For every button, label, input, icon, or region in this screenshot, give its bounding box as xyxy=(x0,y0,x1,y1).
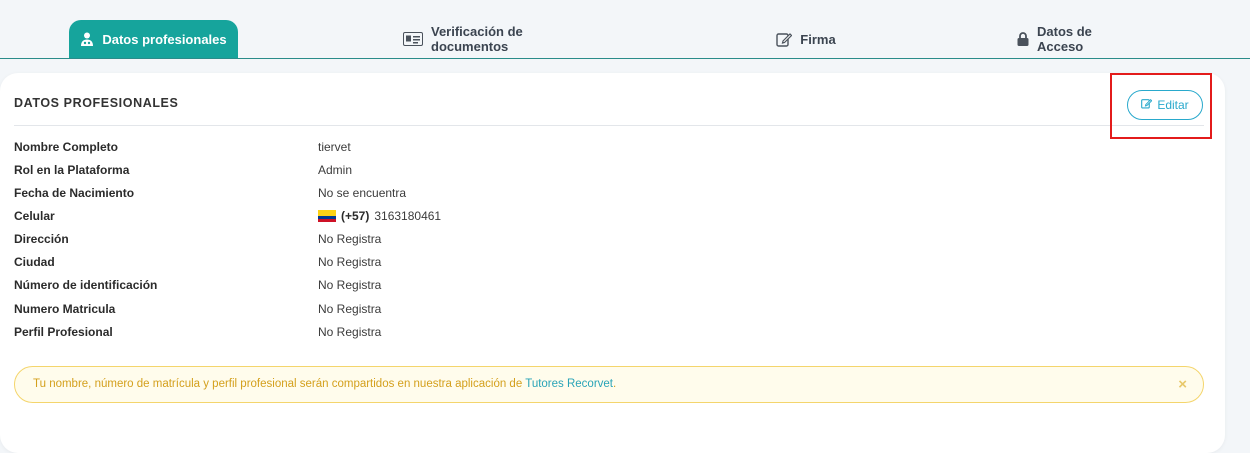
phone-value: (+57) 3163180461 xyxy=(318,209,441,223)
field-label: Nombre Completo xyxy=(14,140,119,154)
user-doctor-icon xyxy=(80,32,94,46)
field-value: tiervet xyxy=(318,140,351,154)
field-row: Celular (+57) 3163180461 xyxy=(0,206,1200,226)
field-row: Número de identificación No Registra xyxy=(0,275,1200,295)
card-title: DATOS PROFESIONALES xyxy=(14,96,179,110)
field-value: No Registra xyxy=(318,278,382,292)
field-value: No Registra xyxy=(318,255,382,269)
field-value: No se encuentra xyxy=(318,186,407,200)
field-label: Numero Matricula xyxy=(14,302,116,316)
alert-suffix: . xyxy=(613,378,617,390)
alert-message: Tu nombre, número de matrícula y perfil … xyxy=(33,378,616,390)
tab-firma[interactable]: Firma xyxy=(775,20,837,58)
field-label: Dirección xyxy=(14,232,69,246)
field-value: No Registra xyxy=(318,302,382,316)
field-row: Fecha de Nacimiento No se encuentra xyxy=(0,183,1200,203)
field-label: Celular xyxy=(14,209,55,223)
alert-text: Tu nombre, número de matrícula y perfil … xyxy=(33,378,526,390)
tab-datos-acceso[interactable]: Datos de Acceso xyxy=(1017,20,1135,58)
tab-label: Datos profesionales xyxy=(102,31,227,47)
field-value: No Registra xyxy=(318,232,382,246)
country-code: (+57) xyxy=(341,209,370,223)
field-row: Nombre Completo tiervet xyxy=(0,137,1200,157)
tab-label: Verificación de documentos xyxy=(431,24,523,54)
card-divider xyxy=(14,125,1204,126)
info-alert: Tu nombre, número de matrícula y perfil … xyxy=(14,366,1204,403)
field-value: Admin xyxy=(318,163,353,177)
field-row: Ciudad No Registra xyxy=(0,252,1200,272)
field-label: Perfil Profesional xyxy=(14,325,113,339)
field-label: Rol en la Plataforma xyxy=(14,163,130,177)
tab-bar: Datos profesionales Verificación de docu… xyxy=(0,0,1250,59)
field-label: Número de identificación xyxy=(14,278,158,292)
highlight-box xyxy=(1110,73,1212,139)
tab-label: Datos de Acceso xyxy=(1037,24,1092,54)
field-row: Dirección No Registra xyxy=(0,229,1200,249)
field-value: No Registra xyxy=(318,325,382,339)
phone-number: 3163180461 xyxy=(374,209,442,223)
field-label: Fecha de Nacimiento xyxy=(14,186,135,200)
edit-icon xyxy=(776,32,793,47)
field-row: Numero Matricula No Registra xyxy=(0,299,1200,319)
tab-datos-profesionales[interactable]: Datos profesionales xyxy=(69,20,238,58)
close-icon[interactable]: × xyxy=(1178,376,1187,393)
tab-verificacion-documentos[interactable]: Verificación de documentos xyxy=(403,20,595,58)
field-row: Perfil Profesional No Registra xyxy=(0,322,1200,342)
id-card-icon xyxy=(403,32,423,46)
field-label: Ciudad xyxy=(14,255,55,269)
lock-icon xyxy=(1017,32,1029,46)
tab-label: Firma xyxy=(800,31,836,47)
colombia-flag-icon xyxy=(318,210,336,222)
field-row: Rol en la Plataforma Admin xyxy=(0,160,1200,180)
tutores-recorvet-link[interactable]: Tutores Recorvet xyxy=(525,378,613,390)
